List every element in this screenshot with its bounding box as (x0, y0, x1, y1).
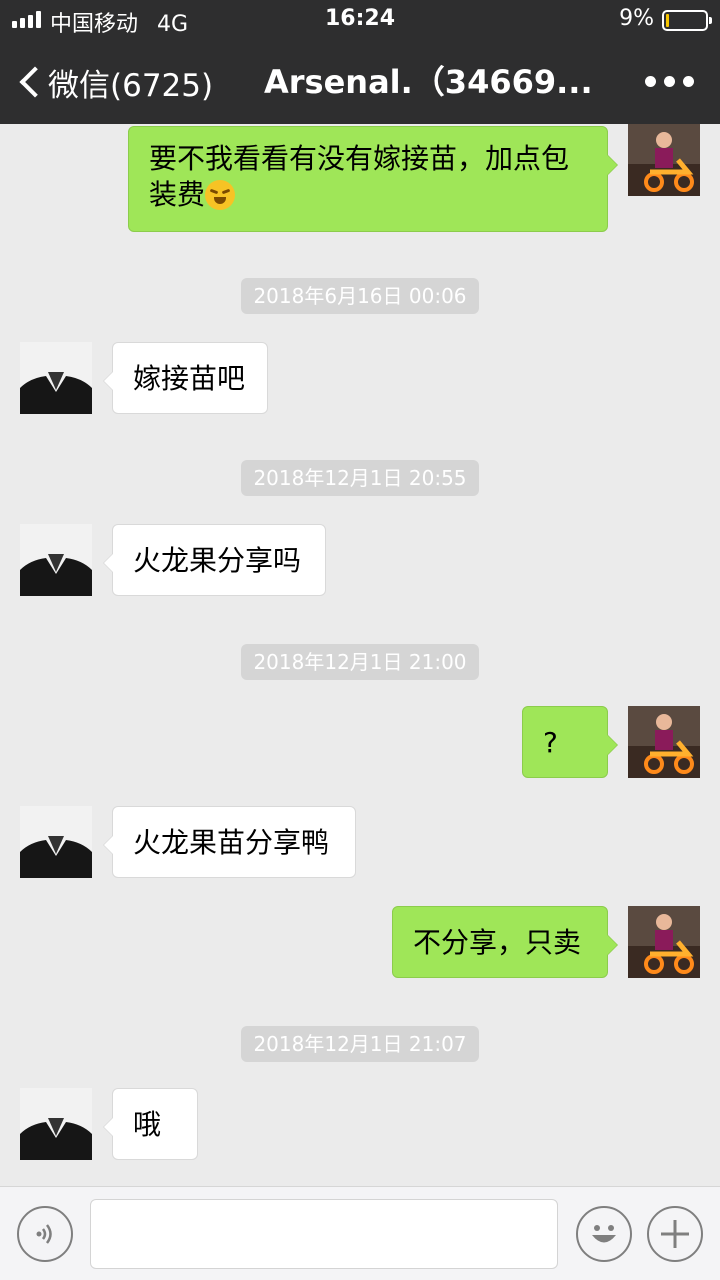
battery-fill (666, 14, 669, 27)
input-bar (0, 1186, 720, 1280)
emoji-face-icon (592, 1225, 616, 1243)
timestamp: 2018年12月1日 20:55 (0, 460, 720, 496)
nav-bar: 微信(6725) Arsenal.（34669... (0, 40, 720, 124)
status-time: 16:24 (324, 6, 396, 31)
battery-percent: 9% (619, 6, 654, 31)
self-avatar[interactable] (628, 906, 700, 978)
chevron-left-icon (19, 66, 51, 98)
self-avatar[interactable] (628, 706, 700, 778)
message-bubble-sent[interactable]: ? (522, 706, 618, 778)
emoji-button[interactable] (576, 1206, 632, 1262)
message-bubble-received[interactable]: 火龙果分享吗 (103, 524, 326, 596)
message-bubble-received[interactable]: 嫁接苗吧 (103, 342, 268, 414)
more-functions-button[interactable] (647, 1206, 703, 1262)
contact-avatar[interactable] (20, 342, 92, 414)
contact-avatar[interactable] (20, 806, 92, 878)
message-bubble-received[interactable]: 火龙果苗分享鸭 (103, 806, 356, 878)
message-bubble-sent[interactable]: 不分享，只卖 (392, 906, 618, 978)
message-input[interactable] (90, 1199, 558, 1269)
timestamp: 2018年12月1日 21:00 (0, 644, 720, 680)
self-avatar[interactable] (628, 124, 700, 196)
message-bubble-sent[interactable]: 要不我看看有没有嫁接苗，加点包装费 (128, 126, 618, 232)
voice-button[interactable] (17, 1206, 73, 1262)
message-bubble-received[interactable]: 哦 (103, 1088, 198, 1160)
contact-avatar[interactable] (20, 1088, 92, 1160)
timestamp: 2018年6月16日 00:06 (0, 278, 720, 314)
contact-avatar[interactable] (20, 524, 92, 596)
status-bar: 中国移动 4G 16:24 9% (0, 0, 720, 40)
more-options-button[interactable] (645, 76, 694, 87)
back-button[interactable]: 微信(6725) (14, 40, 213, 124)
timestamp: 2018年12月1日 21:07 (0, 1026, 720, 1062)
plus-icon (661, 1220, 689, 1248)
battery-icon (662, 10, 712, 31)
top-bar: 中国移动 4G 16:24 9% 微信(6725) Arsenal.（34669… (0, 0, 720, 124)
chat-area[interactable]: 要不我看看有没有嫁接苗，加点包装费 2018年6月16日 00:06 嫁接苗吧 … (0, 124, 720, 1186)
laughing-crying-emoji-icon (205, 180, 236, 210)
chat-title: Arsenal.（34669... (264, 63, 593, 101)
voice-icon (36, 1224, 52, 1244)
back-label: 微信(6725) (48, 67, 214, 104)
